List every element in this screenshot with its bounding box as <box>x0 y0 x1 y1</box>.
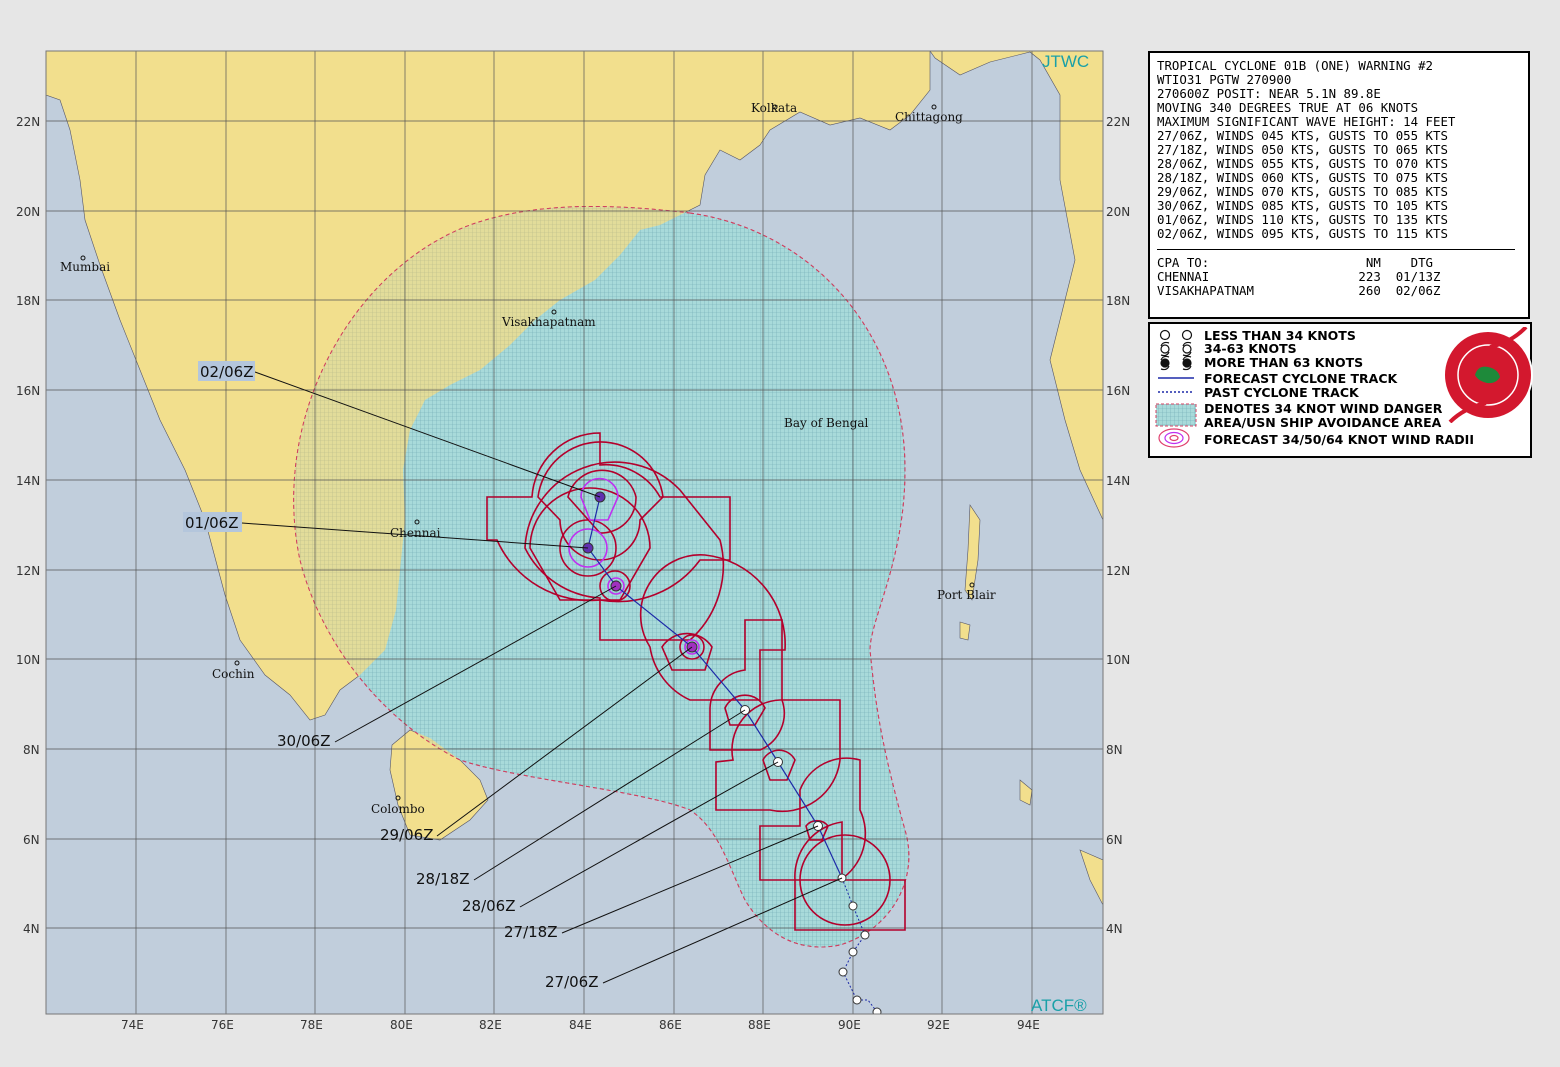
cpa-row: VISAKHAPATNAM 260 02/06Z <box>1157 283 1441 298</box>
svg-text:8N: 8N <box>1106 743 1123 757</box>
svg-text:14N: 14N <box>1106 474 1130 488</box>
warning-line: 28/18Z, WINDS 060 KTS, GUSTS TO 075 KTS <box>1157 170 1448 185</box>
svg-text:8N: 8N <box>23 743 40 757</box>
svg-text:90E: 90E <box>838 1018 861 1032</box>
svg-text:6N: 6N <box>23 833 40 847</box>
legend-box: LESS THAN 34 KNOTS 34-63 KNOTS MORE THAN… <box>1148 322 1533 458</box>
svg-text:10N: 10N <box>1106 653 1130 667</box>
warning-line: 01/06Z, WINDS 110 KTS, GUSTS TO 135 KTS <box>1157 212 1448 227</box>
svg-text:6N: 6N <box>1106 833 1123 847</box>
svg-text:16N: 16N <box>1106 384 1130 398</box>
svg-text:16N: 16N <box>16 384 40 398</box>
svg-text:82E: 82E <box>479 1018 502 1032</box>
label-30-06z: 30/06Z <box>277 732 331 750</box>
legend-item: FORECAST 34/50/64 KNOT WIND RADII <box>1204 432 1474 447</box>
svg-text:4N: 4N <box>1106 922 1123 936</box>
weak-storm-icon <box>1159 329 1171 341</box>
svg-text:20N: 20N <box>1106 205 1130 219</box>
legend-item: DENOTES 34 KNOT WIND DANGER <box>1204 401 1443 416</box>
divider <box>1157 249 1515 250</box>
svg-text:12N: 12N <box>1106 564 1130 578</box>
warning-line: WTIO31 PGTW 270900 <box>1157 72 1292 87</box>
wind-radii-icon <box>1158 428 1190 448</box>
jtwc-seal-icon <box>1443 327 1533 423</box>
place-mumbai: Mumbai <box>60 260 110 274</box>
place-cochin: Cochin <box>212 667 255 681</box>
svg-text:12N: 12N <box>16 564 40 578</box>
svg-text:14N: 14N <box>16 474 40 488</box>
svg-text:74E: 74E <box>121 1018 144 1032</box>
typhoon-icon <box>1160 355 1192 371</box>
cpa-row: CHENNAI 223 01/13Z <box>1157 269 1441 284</box>
atcf-tag: ATCF® <box>1031 996 1087 1015</box>
svg-text:88E: 88E <box>748 1018 771 1032</box>
svg-text:84E: 84E <box>569 1018 592 1032</box>
legend-item: FORECAST CYCLONE TRACK <box>1204 371 1398 386</box>
svg-text:80E: 80E <box>390 1018 413 1032</box>
warning-line: 28/06Z, WINDS 055 KTS, GUSTS TO 070 KTS <box>1157 156 1448 171</box>
tropical-storm-icon <box>1160 341 1192 357</box>
danger-area-icon <box>1155 403 1197 427</box>
label-28-18z: 28/18Z <box>416 870 470 888</box>
svg-text:20N: 20N <box>16 205 40 219</box>
place-kolkata: Kolkata <box>751 101 797 115</box>
longitude-labels: 74E 76E 78E 80E 82E 84E 86E 88E 90E 92E … <box>121 1018 1040 1032</box>
warning-line: 27/18Z, WINDS 050 KTS, GUSTS TO 065 KTS <box>1157 142 1448 157</box>
cpa-header: CPA TO: NM DTG <box>1157 255 1434 270</box>
label-28-06z: 28/06Z <box>462 897 516 915</box>
warning-line: 270600Z POSIT: NEAR 5.1N 89.8E <box>1157 86 1381 101</box>
place-visakhapatnam: Visakhapatnam <box>501 315 596 329</box>
legend-item: 34-63 KNOTS <box>1204 341 1297 356</box>
legend-symbols <box>1155 329 1197 448</box>
place-bay-of-bengal: Bay of Bengal <box>784 416 869 430</box>
warning-line: 02/06Z, WINDS 095 KTS, GUSTS TO 115 KTS <box>1157 226 1448 241</box>
warning-line: MOVING 340 DEGREES TRUE AT 06 KNOTS <box>1157 100 1419 115</box>
place-chennai: Chennai <box>390 526 441 540</box>
svg-text:92E: 92E <box>927 1018 950 1032</box>
svg-text:86E: 86E <box>659 1018 682 1032</box>
svg-text:76E: 76E <box>211 1018 234 1032</box>
label-27-18z: 27/18Z <box>504 923 558 941</box>
warning-line: 27/06Z, WINDS 045 KTS, GUSTS TO 055 KTS <box>1157 128 1448 143</box>
label-02-06z: 02/06Z <box>200 363 254 381</box>
place-port-blair: Port Blair <box>937 588 996 602</box>
svg-text:4N: 4N <box>23 922 40 936</box>
legend-item: MORE THAN 63 KNOTS <box>1204 355 1364 370</box>
svg-text:22N: 22N <box>16 115 40 129</box>
svg-text:94E: 94E <box>1017 1018 1040 1032</box>
svg-text:18N: 18N <box>16 294 40 308</box>
warning-text-box: TROPICAL CYCLONE 01B (ONE) WARNING #2 WT… <box>1148 51 1530 319</box>
legend-item: PAST CYCLONE TRACK <box>1204 385 1359 400</box>
label-27-06z: 27/06Z <box>545 973 599 991</box>
place-chittagong: Chittagong <box>895 110 963 124</box>
label-01-06z: 01/06Z <box>185 514 239 532</box>
legend-item: AREA/USN SHIP AVOIDANCE AREA <box>1204 415 1442 430</box>
warning-line: 29/06Z, WINDS 070 KTS, GUSTS TO 085 KTS <box>1157 184 1448 199</box>
svg-text:22N: 22N <box>1106 115 1130 129</box>
warning-line: MAXIMUM SIGNIFICANT WAVE HEIGHT: 14 FEET <box>1157 114 1456 129</box>
warning-line: 30/06Z, WINDS 085 KTS, GUSTS TO 105 KTS <box>1157 198 1448 213</box>
svg-text:18N: 18N <box>1106 294 1130 308</box>
svg-text:10N: 10N <box>16 653 40 667</box>
jtwc-tag: JTWC <box>1042 52 1089 71</box>
place-colombo: Colombo <box>371 802 425 816</box>
warning-line: TROPICAL CYCLONE 01B (ONE) WARNING #2 <box>1157 58 1434 73</box>
svg-text:78E: 78E <box>300 1018 323 1032</box>
label-29-06z: 29/06Z <box>380 826 434 844</box>
